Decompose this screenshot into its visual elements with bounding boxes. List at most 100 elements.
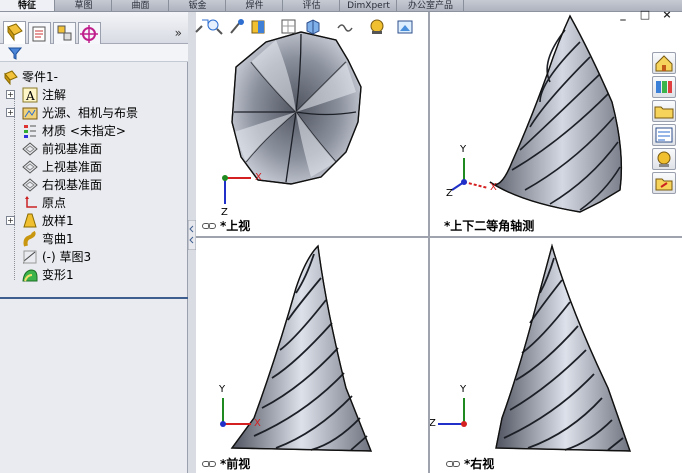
home-icon [655, 55, 673, 72]
expand-toggle[interactable]: + [6, 216, 15, 225]
appearance-icon[interactable] [368, 18, 386, 36]
folder-icon [654, 106, 674, 119]
tree-item-label: 前视基准面 [42, 142, 103, 156]
feature-tree-icon [7, 23, 23, 42]
appearance-ball-icon [657, 151, 671, 167]
model-right-view-cone [438, 243, 631, 452]
feature-tree-tab[interactable] [3, 21, 26, 44]
configuration-manager-tab[interactable] [53, 22, 76, 44]
viewport-right[interactable]: Y Z *右视 [430, 238, 682, 473]
view-palette-tab[interactable] [652, 124, 676, 146]
triad-y-label: Y [219, 384, 226, 395]
tab-evaluate[interactable]: 评估 [284, 0, 340, 11]
tree-item-lights-cameras[interactable]: + 光源、相机与布景 [0, 104, 188, 122]
hide-show-items-icon[interactable] [336, 18, 354, 36]
expand-toggle[interactable]: + [6, 108, 15, 117]
triad-x-label: X [255, 172, 262, 183]
tree-item-top-plane[interactable]: 上视基准面 [0, 158, 188, 176]
zoom-area-icon[interactable] [206, 18, 224, 36]
tree-item-label: 材质 <未指定> [42, 124, 126, 138]
viewport-label-right: *右视 [464, 457, 495, 471]
tree-item-right-plane[interactable]: 右视基准面 [0, 176, 188, 194]
tree-item-deform[interactable]: 变形1 [0, 266, 188, 284]
tree-item-flex[interactable]: 弯曲1 [0, 230, 188, 248]
link-views-icon[interactable] [202, 460, 216, 468]
material-icon [24, 125, 36, 138]
custom-properties-icon [655, 178, 673, 191]
display-style-icon[interactable] [304, 18, 322, 36]
close-button[interactable]: × [660, 8, 674, 22]
file-explorer-tab[interactable] [652, 100, 676, 122]
restore-button[interactable]: □ [638, 8, 652, 22]
tree-item-annotations[interactable]: + A 注解 [0, 86, 188, 104]
link-views-icon[interactable] [446, 460, 460, 468]
minimize-button[interactable]: _ [616, 8, 630, 22]
svg-text:A: A [25, 89, 35, 103]
tree-item-label: (-) 草图3 [42, 250, 92, 264]
tab-surfaces[interactable]: 曲面 [113, 0, 169, 11]
scene-icon[interactable] [396, 18, 414, 36]
plane-icon [22, 142, 38, 156]
dimxpert-manager-tab[interactable] [78, 22, 101, 44]
viewport-front[interactable]: Y X *前视 [196, 238, 428, 473]
triad-x-label: X [490, 182, 497, 193]
link-views-icon[interactable] [202, 222, 216, 230]
model-top-view-swirl [222, 31, 362, 204]
model-front-view-cone [220, 244, 373, 452]
tree-item-loft[interactable]: + 放样1 [0, 212, 188, 230]
task-pane-tabs [652, 52, 676, 196]
design-library-icon [656, 81, 672, 93]
view-triad [222, 175, 251, 204]
deform-icon [22, 269, 38, 282]
tab-weldments[interactable]: 焊件 [227, 0, 283, 11]
filter-icon[interactable] [8, 46, 22, 60]
viewport-label-top: *上视 [220, 219, 251, 233]
tab-features[interactable]: 特征 [0, 0, 55, 11]
tree-filter-bar [0, 44, 188, 62]
tab-dimxpert[interactable]: DimXpert [341, 0, 397, 11]
plane-icon [22, 178, 38, 192]
tree-item-label: 零件1- [22, 70, 58, 84]
tree-item-label: 右视基准面 [42, 178, 103, 192]
view-triad [438, 398, 467, 427]
tree-item-label: 上视基准面 [42, 160, 103, 174]
view-palette-icon [655, 127, 673, 143]
feature-manager-panel: » 零件1- + A 注解 + 光源、相机与布景 材质 <未指定> 前视基准面 … [0, 12, 188, 473]
viewport-trimetric[interactable]: Y X Z *上下二等角轴测 [430, 12, 682, 236]
tree-item-front-plane[interactable]: 前视基准面 [0, 140, 188, 158]
tree-item-part[interactable]: 零件1- [0, 68, 188, 86]
tree-item-material[interactable]: 材质 <未指定> [0, 122, 188, 140]
custom-properties-tab[interactable] [652, 172, 676, 194]
flex-icon [23, 231, 36, 247]
tree-item-origin[interactable]: 原点 [0, 194, 188, 212]
tree-item-label: 注解 [42, 88, 67, 102]
tab-sheet-metal[interactable]: 钣金 [170, 0, 226, 11]
heads-up-view-toolbar [195, 16, 456, 38]
tree-item-label: 变形1 [42, 268, 74, 282]
property-manager-tab[interactable] [28, 22, 51, 44]
tab-office-products[interactable]: 办公室产品 [398, 0, 464, 11]
solidworks-resources-tab[interactable] [652, 52, 676, 74]
previous-view-icon[interactable] [228, 18, 246, 36]
rollback-bar[interactable] [0, 297, 188, 299]
solidworks-window: 特征 草图 曲面 钣金 焊件 评估 DimXpert 办公室产品 » 零件1- … [0, 0, 682, 473]
design-library-tab[interactable] [652, 76, 676, 98]
tree-item-label: 原点 [42, 196, 67, 210]
plane-icon [22, 160, 38, 174]
more-tabs-chevron-icon[interactable]: » [175, 26, 182, 40]
crosshair-icon [80, 25, 98, 43]
triad-x-label: X [254, 418, 261, 429]
section-view-icon[interactable] [250, 18, 268, 36]
triad-y-label: Y [460, 144, 467, 155]
sketch-icon [23, 250, 37, 264]
configuration-manager-icon [57, 25, 72, 41]
tree-item-label: 光源、相机与布景 [42, 106, 139, 120]
tab-sketch[interactable]: 草图 [56, 0, 112, 11]
expand-toggle[interactable]: + [6, 90, 15, 99]
panel-collapse-handle[interactable] [188, 220, 196, 250]
part-icon [4, 70, 18, 85]
viewport-top[interactable]: X Z *上视 [196, 12, 428, 236]
view-orientation-icon[interactable] [280, 18, 298, 36]
tree-item-sketch[interactable]: (-) 草图3 [0, 248, 188, 266]
appearances-scenes-tab[interactable] [652, 148, 676, 170]
